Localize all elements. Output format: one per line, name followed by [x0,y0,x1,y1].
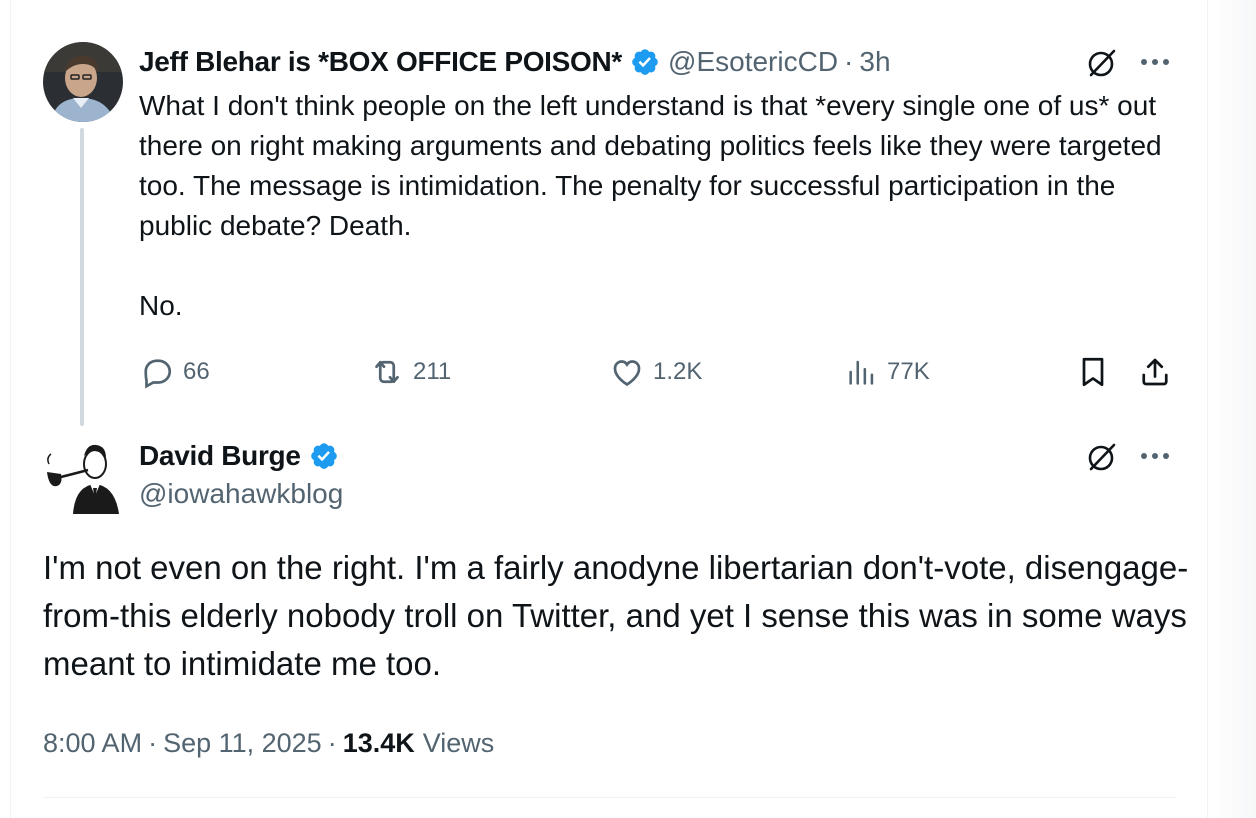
avatar-photo [43,42,123,122]
reply-button[interactable]: 66 [139,350,210,394]
grok-icon[interactable] [1083,438,1121,476]
share-icon [1142,358,1168,386]
like-icon [613,360,641,387]
tweet-views-count: 13.4K [342,727,415,758]
view-count: 77K [887,358,930,385]
meta-separator: · [148,727,158,758]
bookmark-button[interactable] [1075,350,1119,394]
main-author-handle[interactable]: @iowahawkblog [139,478,343,510]
meta-separator: · [327,727,337,758]
main-tweet-text: I'm not even on the right. I'm a fairly … [43,549,1189,682]
verified-badge-icon [309,441,339,471]
like-count: 1.2K [653,358,703,385]
repost-icon [375,360,399,384]
parent-tweet-actions: 66 211 1.2K 77K [139,350,1179,394]
right-edge-shade [1208,0,1256,818]
like-button[interactable]: 1.2K [609,350,702,394]
tweet-views-label: Views [422,727,495,758]
reply-count: 66 [183,358,210,385]
parent-time-ago[interactable]: 3h [859,46,890,78]
repost-button[interactable]: 211 [369,350,451,394]
header-separator: · [844,46,854,77]
share-button[interactable] [1137,350,1181,394]
verified-badge-icon [630,47,660,77]
parent-tweet-text: What I don't think people on the left un… [139,90,1162,321]
more-options-icon[interactable] [1137,48,1173,76]
thread-connector-line [80,128,84,426]
parent-author-handle[interactable]: @EsotericCD [668,46,838,78]
avatar-david-burge[interactable] [43,434,123,514]
main-tweet-header: David Burge [139,436,339,476]
divider [43,797,1176,798]
avatar-illustration [43,434,123,514]
views-icon [849,360,874,385]
tweet-date[interactable]: Sep 11, 2025 [163,728,322,759]
parent-author-name[interactable]: Jeff Blehar is *BOX OFFICE POISON* [139,46,622,78]
reply-icon [144,359,172,389]
views-button[interactable]: 77K [845,350,930,394]
grok-icon[interactable] [1083,44,1121,82]
avatar-jeff-blehar[interactable] [43,42,123,122]
parent-tweet-header: Jeff Blehar is *BOX OFFICE POISON* @Esot… [139,44,891,80]
tweet-time[interactable]: 8:00 AM [43,728,142,759]
bookmark-icon [1082,357,1104,387]
main-author-name[interactable]: David Burge [139,440,301,472]
repost-count: 211 [413,358,452,385]
more-options-icon[interactable] [1137,442,1173,470]
tweet-metadata: 8:00 AM · Sep 11, 2025 · 13.4K Views [43,724,494,762]
